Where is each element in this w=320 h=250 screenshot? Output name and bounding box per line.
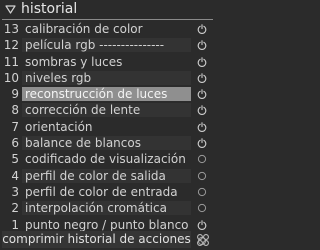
history-item-number: 8 — [11, 103, 19, 118]
panel-title: historial — [21, 1, 78, 17]
power-icon — [197, 89, 207, 100]
history-item[interactable]: 7 orientación — [0, 119, 215, 135]
history-footer: comprimir historial de acciones — [0, 230, 215, 250]
history-item-number: 4 — [11, 168, 19, 183]
history-item-number: 5 — [11, 152, 19, 167]
circle-icon — [197, 204, 207, 213]
power-icon — [197, 56, 207, 67]
history-item[interactable]: 10 niveles rgb — [0, 70, 215, 86]
history-item[interactable]: 8 corrección de lente — [0, 102, 215, 118]
history-item-number: 12 — [3, 38, 19, 53]
circle-icon — [197, 171, 207, 180]
compress-history-button[interactable]: comprimir historial de acciones — [2, 231, 191, 248]
history-item-number: 9 — [11, 87, 19, 102]
history-item-number: 11 — [3, 54, 19, 69]
power-icon — [197, 122, 207, 132]
history-item[interactable]: 12 película rgb --------------- — [0, 37, 215, 53]
history-item[interactable]: 6 balance de blancos — [0, 135, 215, 151]
history-item[interactable]: 5 codificado de visualización — [0, 151, 215, 167]
history-item-number: 13 — [3, 22, 19, 36]
history-list: 13 calibración de color 12 película rgb ---… — [0, 21, 215, 249]
history-item-number: 3 — [11, 184, 19, 199]
history-item-number: 10 — [3, 70, 19, 85]
create-style-icon[interactable] — [196, 233, 210, 247]
history-item-label: codificado de visualización — [22, 152, 191, 167]
power-icon — [197, 138, 207, 148]
triangle-down-icon — [5, 5, 16, 14]
history-item[interactable]: 9 reconstrucción de luces — [0, 86, 215, 102]
history-item[interactable]: 4 perfil de color de salida — [0, 168, 215, 184]
power-icon — [197, 105, 207, 116]
history-item-label: película rgb --------------- — [22, 38, 191, 53]
history-item-number: 7 — [11, 119, 19, 134]
power-icon — [197, 24, 207, 34]
circle-icon — [197, 155, 207, 164]
history-item-number: 2 — [11, 201, 19, 216]
history-item-label: reconstrucción de luces — [22, 87, 191, 102]
power-icon — [197, 219, 207, 230]
history-item-label: sombras y luces — [22, 54, 191, 69]
history-item[interactable]: 13 calibración de color — [0, 21, 215, 37]
history-item[interactable]: 3 perfil de color de entrada — [0, 184, 215, 200]
header-divider — [2, 19, 213, 20]
history-item-label: perfil de color de entrada — [22, 184, 191, 199]
history-item-number: 6 — [11, 136, 19, 151]
history-item[interactable]: 11 sombras y luces — [0, 54, 215, 70]
power-icon — [197, 73, 207, 83]
power-icon — [197, 40, 207, 51]
circle-icon — [197, 187, 207, 197]
history-item-label: corrección de lente — [22, 103, 191, 118]
history-item-label: balance de blancos — [22, 136, 191, 151]
history-item-label: interpolación cromática — [22, 201, 191, 216]
history-item-label: calibración de color — [22, 22, 191, 36]
history-item-label: niveles rgb — [22, 70, 191, 85]
history-item-label: orientación — [22, 119, 191, 134]
history-item[interactable]: 2 interpolación cromática — [0, 200, 215, 216]
history-panel-header[interactable]: historial — [0, 0, 215, 18]
history-item-label: perfil de color de salida — [22, 168, 191, 183]
